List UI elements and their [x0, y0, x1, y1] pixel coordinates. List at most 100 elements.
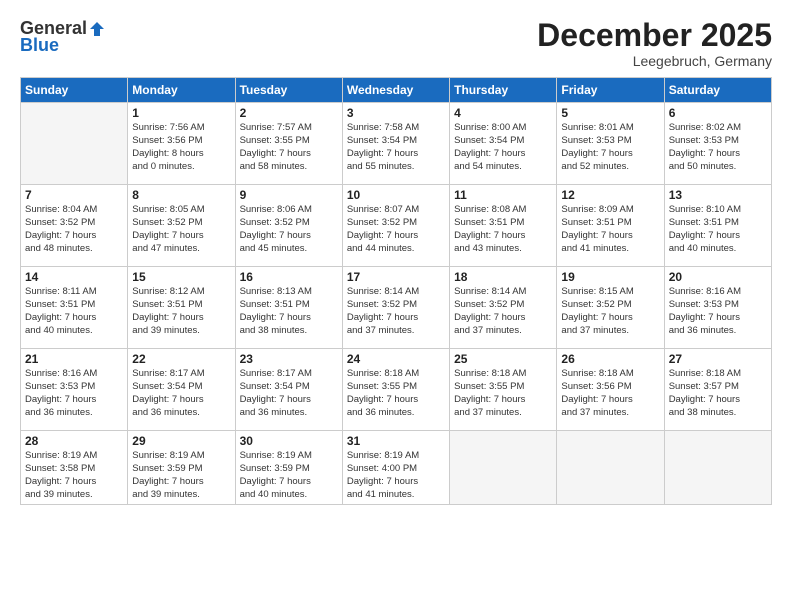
day-number: 6: [669, 106, 767, 120]
day-number: 25: [454, 352, 552, 366]
day-number: 17: [347, 270, 445, 284]
day-info: Sunrise: 8:08 AM Sunset: 3:51 PM Dayligh…: [454, 204, 552, 255]
day-number: 1: [132, 106, 230, 120]
day-number: 9: [240, 188, 338, 202]
calendar-cell: 12Sunrise: 8:09 AM Sunset: 3:51 PM Dayli…: [557, 185, 664, 267]
day-number: 2: [240, 106, 338, 120]
calendar-cell: 4 Sunrise: 8:00 AM Sunset: 3:54 PM Daylig…: [450, 103, 557, 185]
day-info: Sunrise: 8:19 AM Sunset: 3:58 PM Dayligh…: [25, 450, 123, 501]
day-info: Sunrise: 7:56 AM Sunset: 3:56 PM Dayligh…: [132, 122, 230, 173]
day-info: Sunrise: 8:16 AM Sunset: 3:53 PM Dayligh…: [669, 286, 767, 337]
calendar-cell: 13Sunrise: 8:10 AM Sunset: 3:51 PM Dayli…: [664, 185, 771, 267]
day-info: Sunrise: 8:12 AM Sunset: 3:51 PM Dayligh…: [132, 286, 230, 337]
day-number: 5: [561, 106, 659, 120]
title-block: December 2025 Leegebruch, Germany: [537, 18, 772, 69]
calendar-cell: 8Sunrise: 8:05 AM Sunset: 3:52 PM Daylig…: [128, 185, 235, 267]
logo: General Blue: [20, 18, 107, 56]
day-number: 3: [347, 106, 445, 120]
day-number: 18: [454, 270, 552, 284]
calendar-cell: 11 Sunrise: 8:08 AM Sunset: 3:51 PM Dayli…: [450, 185, 557, 267]
day-number: 10: [347, 188, 445, 202]
day-info: Sunrise: 8:13 AM Sunset: 3:51 PM Dayligh…: [240, 286, 338, 337]
calendar-cell: 3 Sunrise: 7:58 AM Sunset: 3:54 PM Daylig…: [342, 103, 449, 185]
day-number: 28: [25, 434, 123, 448]
calendar-cell: 23Sunrise: 8:17 AM Sunset: 3:54 PM Dayli…: [235, 349, 342, 431]
day-info: Sunrise: 8:14 AM Sunset: 3:52 PM Dayligh…: [454, 286, 552, 337]
day-info: Sunrise: 8:18 AM Sunset: 3:57 PM Dayligh…: [669, 368, 767, 419]
day-number: 11: [454, 188, 552, 202]
calendar-cell: 22 Sunrise: 8:17 AM Sunset: 3:54 PM Dayli…: [128, 349, 235, 431]
day-info: Sunrise: 8:18 AM Sunset: 3:56 PM Dayligh…: [561, 368, 659, 419]
calendar-cell: [664, 431, 771, 505]
calendar-header-friday: Friday: [557, 78, 664, 103]
day-number: 20: [669, 270, 767, 284]
calendar-cell: 27 Sunrise: 8:18 AM Sunset: 3:57 PM Dayli…: [664, 349, 771, 431]
calendar-cell: 20 Sunrise: 8:16 AM Sunset: 3:53 PM Dayli…: [664, 267, 771, 349]
calendar-cell: [21, 103, 128, 185]
day-info: Sunrise: 8:09 AM Sunset: 3:51 PM Dayligh…: [561, 204, 659, 255]
day-info: Sunrise: 8:02 AM Sunset: 3:53 PM Dayligh…: [669, 122, 767, 173]
calendar-cell: 10 Sunrise: 8:07 AM Sunset: 3:52 PM Dayli…: [342, 185, 449, 267]
calendar-cell: 9Sunrise: 8:06 AM Sunset: 3:52 PM Daylig…: [235, 185, 342, 267]
calendar-cell: 25 Sunrise: 8:18 AM Sunset: 3:55 PM Dayli…: [450, 349, 557, 431]
day-info: Sunrise: 8:10 AM Sunset: 3:51 PM Dayligh…: [669, 204, 767, 255]
calendar-cell: 29Sunrise: 8:19 AM Sunset: 3:59 PM Dayli…: [128, 431, 235, 505]
calendar-cell: 15 Sunrise: 8:12 AM Sunset: 3:51 PM Dayli…: [128, 267, 235, 349]
calendar-header-row: SundayMondayTuesdayWednesdayThursdayFrid…: [21, 78, 772, 103]
calendar-cell: 30Sunrise: 8:19 AM Sunset: 3:59 PM Dayli…: [235, 431, 342, 505]
calendar-cell: 1 Sunrise: 7:56 AM Sunset: 3:56 PM Daylig…: [128, 103, 235, 185]
calendar-week-4: 21Sunrise: 8:16 AM Sunset: 3:53 PM Dayli…: [21, 349, 772, 431]
day-info: Sunrise: 8:07 AM Sunset: 3:52 PM Dayligh…: [347, 204, 445, 255]
logo-icon: [88, 20, 106, 38]
calendar-header-monday: Monday: [128, 78, 235, 103]
day-info: Sunrise: 8:19 AM Sunset: 4:00 PM Dayligh…: [347, 450, 445, 501]
calendar-header-thursday: Thursday: [450, 78, 557, 103]
calendar-cell: 24 Sunrise: 8:18 AM Sunset: 3:55 PM Dayli…: [342, 349, 449, 431]
day-number: 22: [132, 352, 230, 366]
calendar-cell: 2 Sunrise: 7:57 AM Sunset: 3:55 PM Daylig…: [235, 103, 342, 185]
calendar-cell: 6 Sunrise: 8:02 AM Sunset: 3:53 PM Daylig…: [664, 103, 771, 185]
calendar-cell: 21Sunrise: 8:16 AM Sunset: 3:53 PM Dayli…: [21, 349, 128, 431]
day-info: Sunrise: 8:05 AM Sunset: 3:52 PM Dayligh…: [132, 204, 230, 255]
day-info: Sunrise: 8:19 AM Sunset: 3:59 PM Dayligh…: [132, 450, 230, 501]
day-number: 7: [25, 188, 123, 202]
day-number: 27: [669, 352, 767, 366]
location: Leegebruch, Germany: [537, 53, 772, 69]
day-info: Sunrise: 7:57 AM Sunset: 3:55 PM Dayligh…: [240, 122, 338, 173]
calendar-cell: 14Sunrise: 8:11 AM Sunset: 3:51 PM Dayli…: [21, 267, 128, 349]
calendar-header-sunday: Sunday: [21, 78, 128, 103]
calendar-table: SundayMondayTuesdayWednesdayThursdayFrid…: [20, 77, 772, 505]
calendar-cell: 31 Sunrise: 8:19 AM Sunset: 4:00 PM Dayli…: [342, 431, 449, 505]
day-number: 30: [240, 434, 338, 448]
day-info: Sunrise: 8:17 AM Sunset: 3:54 PM Dayligh…: [132, 368, 230, 419]
calendar-week-2: 7Sunrise: 8:04 AM Sunset: 3:52 PM Daylig…: [21, 185, 772, 267]
day-info: Sunrise: 7:58 AM Sunset: 3:54 PM Dayligh…: [347, 122, 445, 173]
calendar-week-1: 1 Sunrise: 7:56 AM Sunset: 3:56 PM Daylig…: [21, 103, 772, 185]
day-info: Sunrise: 8:18 AM Sunset: 3:55 PM Dayligh…: [347, 368, 445, 419]
calendar-cell: 17Sunrise: 8:14 AM Sunset: 3:52 PM Dayli…: [342, 267, 449, 349]
calendar-container: General Blue December 2025 Leegebruch, G…: [0, 0, 792, 612]
day-info: Sunrise: 8:15 AM Sunset: 3:52 PM Dayligh…: [561, 286, 659, 337]
calendar-cell: 26Sunrise: 8:18 AM Sunset: 3:56 PM Dayli…: [557, 349, 664, 431]
day-number: 31: [347, 434, 445, 448]
day-number: 15: [132, 270, 230, 284]
day-info: Sunrise: 8:18 AM Sunset: 3:55 PM Dayligh…: [454, 368, 552, 419]
day-number: 4: [454, 106, 552, 120]
day-info: Sunrise: 8:00 AM Sunset: 3:54 PM Dayligh…: [454, 122, 552, 173]
calendar-week-5: 28 Sunrise: 8:19 AM Sunset: 3:58 PM Dayli…: [21, 431, 772, 505]
calendar-header-wednesday: Wednesday: [342, 78, 449, 103]
calendar-cell: 5 Sunrise: 8:01 AM Sunset: 3:53 PM Daylig…: [557, 103, 664, 185]
calendar-cell: 18 Sunrise: 8:14 AM Sunset: 3:52 PM Dayli…: [450, 267, 557, 349]
month-title: December 2025: [537, 18, 772, 53]
calendar-cell: 16 Sunrise: 8:13 AM Sunset: 3:51 PM Dayli…: [235, 267, 342, 349]
calendar-cell: 7Sunrise: 8:04 AM Sunset: 3:52 PM Daylig…: [21, 185, 128, 267]
day-number: 24: [347, 352, 445, 366]
day-number: 19: [561, 270, 659, 284]
day-number: 16: [240, 270, 338, 284]
day-info: Sunrise: 8:16 AM Sunset: 3:53 PM Dayligh…: [25, 368, 123, 419]
header: General Blue December 2025 Leegebruch, G…: [20, 18, 772, 69]
calendar-week-3: 14Sunrise: 8:11 AM Sunset: 3:51 PM Dayli…: [21, 267, 772, 349]
day-info: Sunrise: 8:01 AM Sunset: 3:53 PM Dayligh…: [561, 122, 659, 173]
day-info: Sunrise: 8:11 AM Sunset: 3:51 PM Dayligh…: [25, 286, 123, 337]
calendar-cell: 19 Sunrise: 8:15 AM Sunset: 3:52 PM Dayli…: [557, 267, 664, 349]
